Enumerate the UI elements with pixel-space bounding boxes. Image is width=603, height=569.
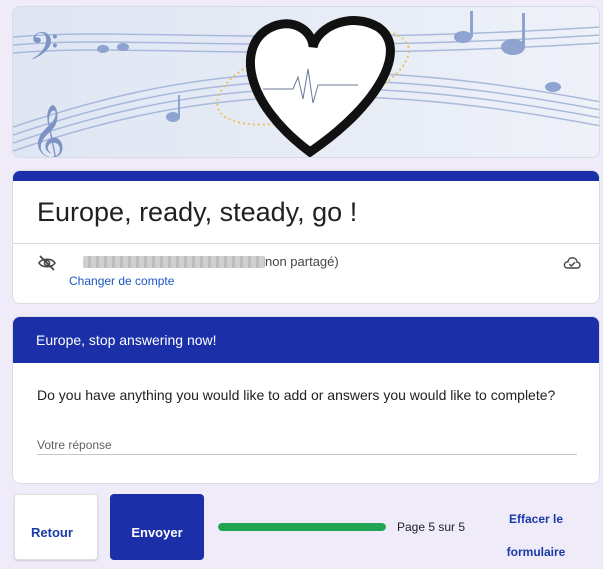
form-title: Europe, ready, steady, go ! xyxy=(37,197,358,227)
account-email-redacted xyxy=(83,256,265,268)
page-indicator: Page 5 sur 5 xyxy=(397,520,466,534)
music-heart-banner-image: 𝄢 𝄞 xyxy=(13,7,599,158)
svg-text:𝄢: 𝄢 xyxy=(29,24,59,78)
form-title-card: Europe, ready, steady, go ! non partagé)… xyxy=(12,170,600,304)
header-banner: 𝄢 𝄞 xyxy=(12,6,600,158)
account-share-status: non partagé) xyxy=(265,254,339,269)
progress-bar-fill xyxy=(218,523,386,531)
question-section-card: Europe, stop answering now! Do you have … xyxy=(12,316,600,484)
svg-text:𝄞: 𝄞 xyxy=(31,103,65,158)
progress-bar xyxy=(218,523,386,531)
title-accent-bar xyxy=(13,171,599,181)
question-text: Do you have anything you would like to a… xyxy=(37,387,556,403)
eye-off-icon xyxy=(38,255,56,271)
submit-button[interactable]: Envoyer xyxy=(110,494,204,560)
clear-form-button[interactable]: Effacer le formulaire xyxy=(496,503,576,569)
title-divider xyxy=(13,243,599,244)
answer-input[interactable] xyxy=(37,435,577,455)
section-header: Europe, stop answering now! xyxy=(13,317,599,363)
cloud-done-icon xyxy=(563,257,581,269)
back-button[interactable]: Retour xyxy=(14,494,98,560)
switch-account-link[interactable]: Changer de compte xyxy=(69,274,174,288)
